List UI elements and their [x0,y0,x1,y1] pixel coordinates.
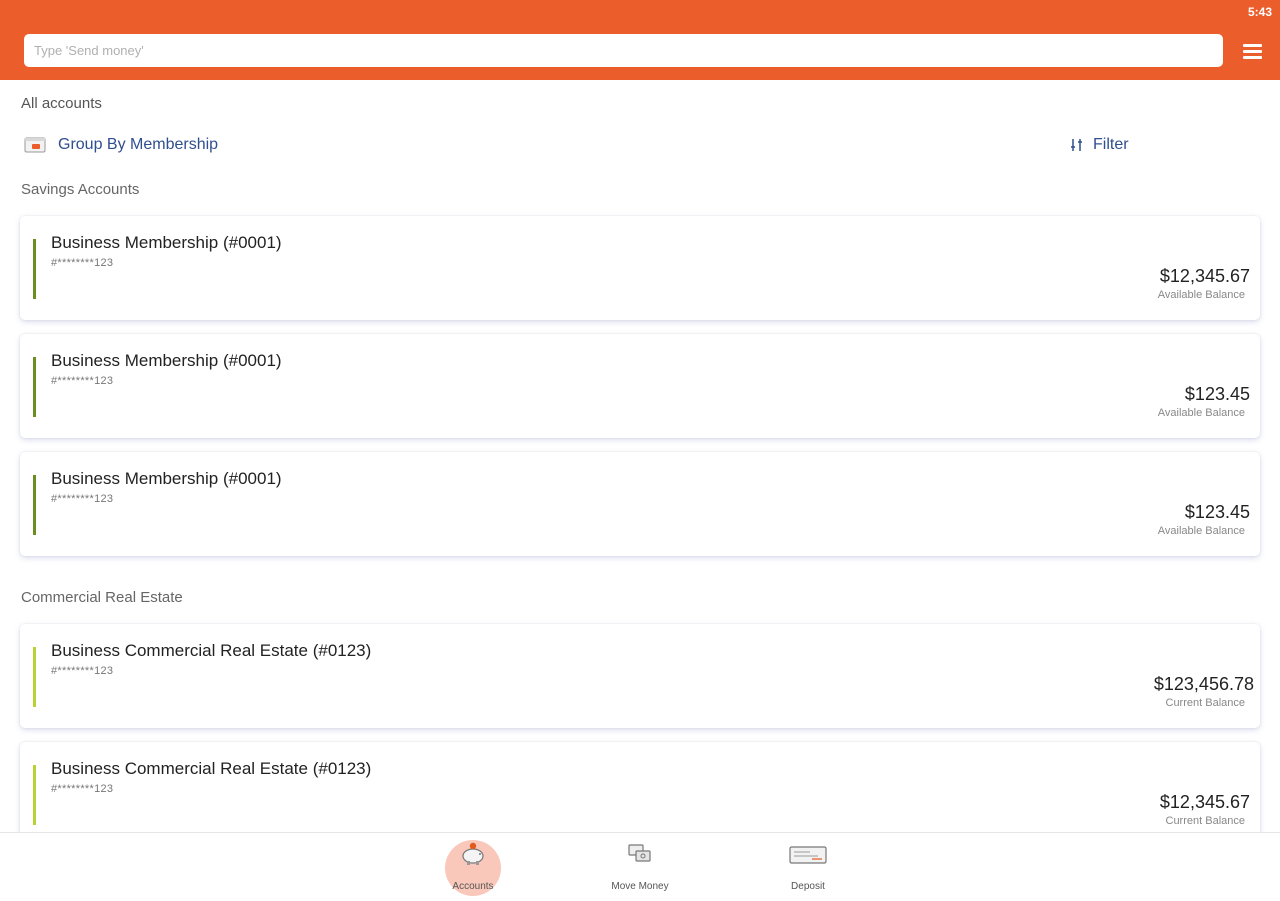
bottom-navigation: Accounts Move Money Deposit [0,832,1280,900]
filter-label: Filter [1093,136,1129,153]
account-number: #********123 [51,783,114,795]
account-name: Business Membership (#0001) [51,351,282,370]
section-title-savings: Savings Accounts [21,181,140,198]
account-balance: $123.45 [1184,502,1250,522]
balance-label: Available Balance [1157,289,1245,301]
account-number: #********123 [51,665,114,677]
account-name: Business Membership (#0001) [51,469,282,488]
account-balance: $12,345.67 [1159,266,1250,286]
nav-item-accounts[interactable]: Accounts [423,833,523,901]
balance-label: Current Balance [1165,697,1246,709]
nav-item-deposit[interactable]: Deposit [758,833,858,901]
nav-label-deposit: Deposit [791,881,825,892]
filter-sliders-icon [1071,139,1082,151]
account-balance: $12,345.67 [1159,792,1250,812]
page-title: All accounts [21,95,102,112]
section-title-commercial-real-estate: Commercial Real Estate [21,589,183,606]
account-card[interactable]: Business Membership (#0001) #********123… [20,216,1260,320]
group-by-membership-button[interactable]: Group By Membership [24,134,218,156]
account-color-bar [33,475,36,535]
account-name: Business Commercial Real Estate (#0123) [51,641,372,660]
account-card[interactable]: Business Commercial Real Estate (#0123) … [20,624,1260,728]
account-name: Business Commercial Real Estate (#0123) [51,759,372,778]
hamburger-menu-icon[interactable] [1241,42,1265,62]
account-card[interactable]: Business Membership (#0001) #********123… [20,334,1260,438]
status-bar-time: 5:43 [1247,5,1272,19]
balance-label: Available Balance [1157,525,1245,537]
balance-label: Available Balance [1157,407,1245,419]
search-input[interactable] [24,34,1223,67]
account-color-bar [33,357,36,417]
account-balance: $123.45 [1184,384,1250,404]
account-number: #********123 [51,493,114,505]
filter-button[interactable]: Filter [1069,134,1129,156]
account-card[interactable]: Business Commercial Real Estate (#0123) … [20,742,1260,846]
account-color-bar [33,765,36,825]
nav-item-move-money[interactable]: Move Money [590,833,690,901]
account-number: #********123 [51,257,114,269]
account-color-bar [33,239,36,299]
account-balance: $123,456.78 [1153,674,1254,694]
check-deposit-icon [789,846,827,864]
nav-label-move-money: Move Money [611,881,669,892]
app-header: 5:43 [0,0,1280,80]
piggy-bank-icon [462,842,484,865]
nav-label-accounts: Accounts [452,881,494,892]
money-transfer-icon [628,844,651,862]
account-color-bar [33,647,36,707]
account-card[interactable]: Business Membership (#0001) #********123… [20,452,1260,556]
account-number: #********123 [51,375,114,387]
account-name: Business Membership (#0001) [51,233,282,252]
group-by-label: Group By Membership [58,136,219,153]
group-folder-icon [24,137,46,153]
balance-label: Current Balance [1165,815,1246,827]
